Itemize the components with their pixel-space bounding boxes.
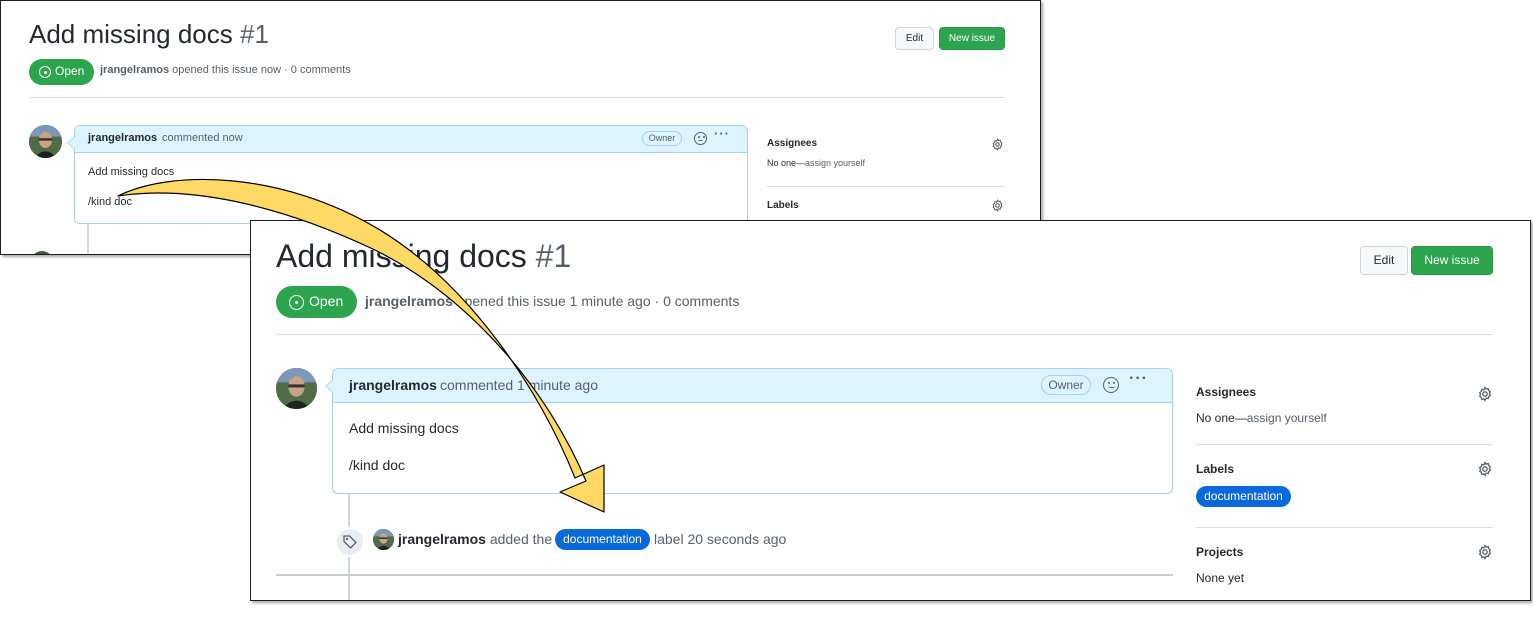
assignees-none: No one— (767, 158, 806, 168)
issue-meta: jrangelramos opened this issue 1 minute … (365, 293, 739, 309)
issue-opened-icon (39, 66, 51, 78)
event-label-pill[interactable]: documentation (555, 529, 650, 550)
event-action: added the (489, 531, 553, 547)
kebab-horizontal-icon[interactable]: ··· (1129, 370, 1148, 388)
issue-title: Add missing docs #1 (29, 19, 269, 50)
comment-body-line2: /kind doc (88, 196, 133, 208)
tag-icon (343, 535, 357, 549)
comment-caret (325, 379, 333, 393)
issue-meta-author[interactable]: jrangelramos (100, 64, 169, 76)
sidebar-assignees-value: No one—assign yourself (767, 158, 865, 168)
event-time[interactable]: label 20 seconds ago (654, 531, 786, 547)
sidebar-label-pill[interactable]: documentation (1196, 486, 1291, 507)
comment-time[interactable]: commented now (162, 132, 243, 144)
avatar (31, 251, 53, 254)
comment-time[interactable]: commented 1 minute ago (440, 377, 598, 393)
gear-icon[interactable] (991, 138, 1004, 151)
issue-meta-author[interactable]: jrangelramos (365, 293, 453, 309)
owner-badge: Owner (642, 131, 682, 146)
new-issue-button[interactable]: New issue (939, 27, 1005, 50)
header-divider (276, 334, 1493, 335)
sidebar-divider (1196, 444, 1493, 445)
issue-state-label: Open (55, 64, 85, 78)
assign-yourself-link[interactable]: assign yourself (805, 158, 865, 168)
edit-button[interactable]: Edit (895, 27, 934, 50)
edit-button[interactable]: Edit (1360, 246, 1408, 275)
avatar[interactable] (373, 529, 394, 550)
owner-badge: Owner (1041, 375, 1091, 395)
assignees-none: No one— (1196, 411, 1247, 425)
issue-number: #1 (240, 19, 269, 49)
sidebar-assignees-title[interactable]: Assignees (1196, 385, 1256, 399)
avatar[interactable] (276, 368, 317, 409)
new-issue-button[interactable]: New issue (1411, 246, 1493, 275)
issue-title: Add missing docs #1 (276, 238, 571, 275)
assign-yourself-link[interactable]: assign yourself (1247, 411, 1327, 425)
gear-icon[interactable] (991, 199, 1004, 212)
issue-state-label: Open (309, 293, 344, 309)
comment-caret (67, 136, 75, 150)
issue-meta-text: opened this issue now · 0 comments (172, 64, 351, 76)
gear-icon[interactable] (1477, 386, 1493, 402)
comment-author[interactable]: jrangelramos (349, 377, 437, 393)
issue-opened-icon (289, 295, 304, 310)
issue-state-badge: Open (29, 59, 94, 85)
sidebar-projects-value: None yet (1196, 571, 1245, 585)
issue-meta-text: opened this issue 1 minute ago · 0 comme… (456, 293, 740, 309)
timeline-divider (276, 574, 1173, 576)
gear-icon[interactable] (1477, 544, 1493, 560)
kebab-horizontal-icon[interactable]: ··· (714, 126, 730, 141)
issue-state-badge: Open (276, 286, 357, 318)
issue-number: #1 (535, 238, 572, 274)
comment-author[interactable]: jrangelramos (88, 132, 157, 144)
gear-icon[interactable] (1477, 461, 1493, 477)
sidebar-divider (1196, 527, 1493, 528)
issue-title-text: Add missing docs (276, 238, 527, 274)
sidebar-labels-title[interactable]: Labels (1196, 462, 1234, 476)
sidebar-projects-title[interactable]: Projects (1196, 545, 1243, 559)
screenshot-after: Add missing docs #1 Edit New issue Open … (250, 220, 1531, 601)
issue-meta: jrangelramos opened this issue now · 0 c… (100, 64, 351, 76)
comment-body-line1: Add missing docs (349, 420, 459, 436)
event-author[interactable]: jrangelramos (398, 531, 486, 547)
tag-icon-badge (335, 527, 365, 557)
avatar[interactable] (29, 125, 62, 158)
comment-body-line1: Add missing docs (88, 166, 175, 178)
comment-header: jrangelramos commented now Owner ··· (67, 126, 747, 153)
comment-box: jrangelramos commented 1 minute ago Owne… (325, 368, 1173, 494)
comment-header: jrangelramos commented 1 minute ago Owne… (325, 369, 1172, 403)
sidebar-labels-title[interactable]: Labels (767, 200, 799, 211)
sidebar-assignees-value: No one—assign yourself (1196, 411, 1327, 425)
sidebar-assignees-title[interactable]: Assignees (767, 138, 817, 149)
timeline-event: jrangelramos added the (398, 531, 552, 547)
screenshot-before: Add missing docs #1 Edit New issue Open … (0, 0, 1041, 255)
issue-title-text: Add missing docs (29, 19, 233, 49)
smiley-icon[interactable] (694, 132, 707, 145)
timeline-line (87, 223, 89, 254)
smiley-icon[interactable] (1103, 377, 1119, 393)
comment-body-line2: /kind doc (349, 457, 406, 473)
comment-box: jrangelramos commented now Owner ··· Add… (67, 125, 748, 224)
header-divider (29, 97, 1005, 98)
sidebar-divider (767, 186, 1005, 187)
